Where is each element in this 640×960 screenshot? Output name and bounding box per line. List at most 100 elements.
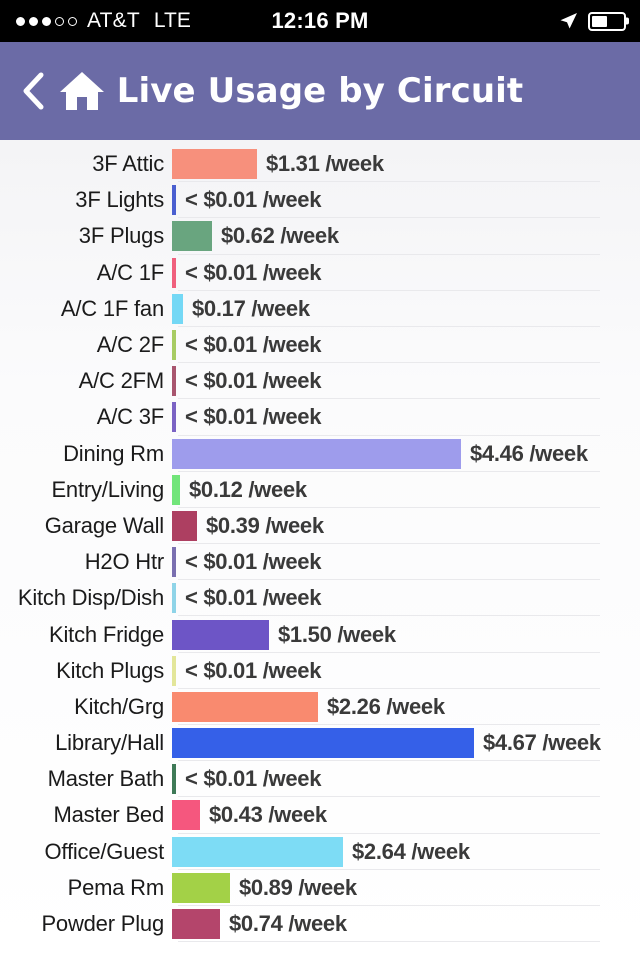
circuit-name-label: Library/Hall	[55, 730, 164, 756]
usage-bar	[172, 438, 461, 469]
chart-row[interactable]: A/C 1F fan $0.17 /week	[0, 291, 640, 328]
bar-zone: < $0.01 /week	[172, 399, 640, 435]
usage-value-label: < $0.01 /week	[185, 259, 322, 285]
status-bar-right	[558, 11, 626, 31]
usage-bar	[172, 547, 176, 578]
usage-bar	[172, 257, 176, 288]
chart-row[interactable]: Kitch Plugs < $0.01 /week	[0, 653, 640, 690]
usage-value-label: $1.31 /week	[266, 151, 384, 177]
circuit-name-label: Office/Guest	[44, 838, 165, 864]
chart-row[interactable]: Library/Hall $4.67 /week	[0, 725, 640, 762]
usage-bar	[172, 655, 176, 686]
usage-value-label: < $0.01 /week	[185, 187, 322, 213]
bar-zone: < $0.01 /week	[172, 580, 640, 616]
usage-bar	[172, 221, 212, 252]
usage-bar	[172, 510, 197, 541]
usage-value-label: $4.67 /week	[483, 730, 601, 756]
usage-bar	[172, 330, 176, 361]
chart-row[interactable]: Dining Rm $4.46 /week	[0, 436, 640, 472]
status-bar-clock: 12:16 PM	[271, 8, 369, 33]
circuit-name-label: Dining Rm	[63, 440, 164, 466]
chevron-left-icon	[23, 72, 44, 110]
chart-row[interactable]: 3F Attic $1.31 /week	[0, 146, 640, 183]
chart-row[interactable]: A/C 2F < $0.01 /week	[0, 327, 640, 364]
usage-bar	[172, 800, 200, 831]
chart-row[interactable]: A/C 3F < $0.01 /week	[0, 399, 640, 436]
circuit-name-label: A/C 2F	[96, 332, 164, 358]
chart-row[interactable]: Kitch/Grg $2.26 /week	[0, 689, 640, 726]
circuit-name-label: 3F Plugs	[78, 223, 164, 249]
bar-zone: < $0.01 /week	[172, 182, 640, 218]
usage-bar	[172, 836, 343, 867]
circuit-name-label: 3F Attic	[92, 151, 164, 177]
circuit-name-label: Kitch Disp/Dish	[17, 585, 164, 611]
bar-zone: $1.50 /week	[172, 616, 640, 652]
home-button[interactable]	[56, 65, 108, 117]
chart-row[interactable]: Pema Rm $0.89 /week	[0, 870, 640, 907]
chart-row[interactable]: Garage Wall $0.39 /week	[0, 508, 640, 545]
back-button[interactable]	[16, 68, 50, 114]
usage-bar	[172, 619, 269, 650]
bar-zone: $0.74 /week	[172, 906, 640, 942]
usage-bar	[172, 872, 230, 903]
circuit-name-label: Kitch Plugs	[56, 657, 164, 683]
chart-row[interactable]: Entry/Living $0.12 /week	[0, 472, 640, 509]
usage-value-label: $0.89 /week	[239, 874, 357, 900]
usage-value-label: < $0.01 /week	[185, 657, 322, 683]
usage-value-label: $0.17 /week	[192, 295, 310, 321]
usage-value-label: $0.39 /week	[206, 512, 324, 538]
usage-value-label: $2.64 /week	[352, 838, 470, 864]
usage-bar	[172, 185, 176, 216]
usage-value-label: $0.74 /week	[229, 911, 347, 937]
usage-bar	[172, 149, 257, 180]
circuit-name-label: Kitch Fridge	[49, 621, 164, 647]
usage-value-label: < $0.01 /week	[185, 404, 322, 430]
chart-row[interactable]: Powder Plug $0.74 /week	[0, 906, 640, 943]
chart-row[interactable]: 3F Lights < $0.01 /week	[0, 182, 640, 219]
bar-zone: $4.46 /week	[172, 436, 640, 472]
chart-row[interactable]: Master Bath < $0.01 /week	[0, 761, 640, 798]
chart-row[interactable]: Master Bed $0.43 /week	[0, 797, 640, 834]
usage-value-label: < $0.01 /week	[185, 549, 322, 575]
battery-icon	[588, 11, 626, 31]
chart-row[interactable]: A/C 1F < $0.01 /week	[0, 255, 640, 291]
chart-row[interactable]: 3F Plugs $0.62 /week	[0, 218, 640, 255]
bar-zone: < $0.01 /week	[172, 363, 640, 399]
usage-value-label: < $0.01 /week	[185, 766, 322, 792]
usage-value-label: $1.50 /week	[278, 621, 396, 647]
usage-value-label: < $0.01 /week	[185, 368, 322, 394]
usage-bar	[172, 728, 474, 759]
bar-zone: < $0.01 /week	[172, 653, 640, 689]
circuit-name-label: Master Bath	[47, 766, 165, 792]
circuit-name-label: H2O Htr	[84, 549, 164, 575]
bar-zone: $0.12 /week	[172, 472, 640, 508]
home-icon	[60, 72, 104, 110]
bar-zone: $4.67 /week	[172, 725, 640, 761]
bar-zone: $2.26 /week	[172, 689, 640, 725]
usage-bar	[172, 764, 176, 795]
usage-value-label: $0.43 /week	[209, 802, 327, 828]
usage-bar	[172, 583, 176, 614]
bar-zone: < $0.01 /week	[172, 544, 640, 580]
circuit-name-label: A/C 2FM	[78, 368, 165, 394]
usage-value-label: $4.46 /week	[470, 440, 588, 466]
chart-row[interactable]: H2O Htr < $0.01 /week	[0, 544, 640, 581]
circuit-name-label: Kitch/Grg	[74, 693, 164, 719]
usage-bar	[172, 474, 180, 505]
chart-row[interactable]: Office/Guest $2.64 /week	[0, 834, 640, 870]
bar-zone: $0.43 /week	[172, 797, 640, 833]
usage-bar	[172, 402, 176, 433]
chart-row[interactable]: A/C 2FM < $0.01 /week	[0, 363, 640, 400]
usage-value-label: $2.26 /week	[327, 693, 445, 719]
status-bar: AT&T LTE 12:16 PM	[0, 0, 640, 42]
chart-row[interactable]: Kitch Fridge $1.50 /week	[0, 616, 640, 653]
circuit-name-label: Garage Wall	[44, 512, 164, 538]
bar-zone: $2.64 /week	[172, 834, 640, 870]
chart-row[interactable]: Kitch Disp/Dish < $0.01 /week	[0, 580, 640, 617]
bar-zone: < $0.01 /week	[172, 761, 640, 797]
bar-zone: < $0.01 /week	[172, 255, 640, 291]
bar-zone: $0.89 /week	[172, 870, 640, 906]
app-screen: AT&T LTE 12:16 PM Live Usage by Circuit	[0, 0, 640, 960]
usage-bar	[172, 366, 176, 397]
circuit-name-label: Pema Rm	[67, 874, 165, 900]
